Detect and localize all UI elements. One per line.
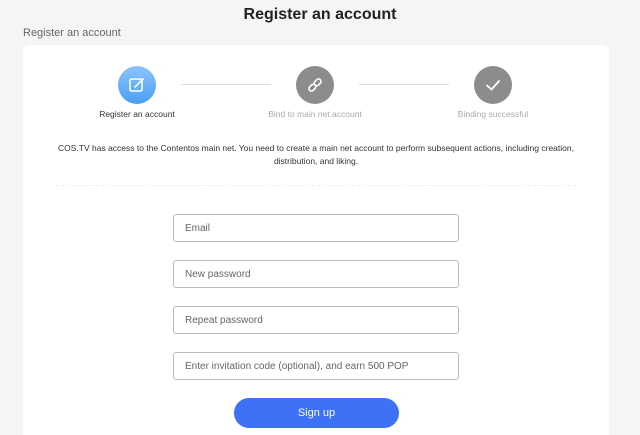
step-circle-register — [118, 66, 156, 104]
link-icon — [308, 78, 322, 92]
divider — [56, 185, 576, 186]
sign-up-button[interactable]: Sign up — [234, 398, 399, 428]
page-title: Register an account — [243, 6, 397, 23]
check-icon — [486, 80, 500, 91]
invitation-code-field[interactable] — [173, 352, 459, 380]
email-field[interactable] — [173, 214, 459, 242]
step-register-account: Register an account — [77, 66, 197, 119]
breadcrumb: Register an account — [23, 27, 121, 39]
step-label: Register an account — [99, 109, 175, 119]
step-circle-success — [474, 66, 512, 104]
description-text: COS.TV has access to the Contentos main … — [58, 143, 574, 166]
step-binding-successful: Binding successful — [433, 66, 553, 119]
edit-icon — [129, 78, 144, 92]
step-label: Binding successful — [457, 109, 529, 119]
register-card: Register an account Bind to main net acc… — [23, 45, 609, 435]
repeat-password-field[interactable] — [173, 306, 459, 334]
new-password-field[interactable] — [173, 260, 459, 288]
step-label: Bind to main net account — [268, 109, 362, 119]
step-bind-main-net: Bind to main net account — [255, 66, 375, 119]
step-circle-bind — [296, 66, 334, 104]
